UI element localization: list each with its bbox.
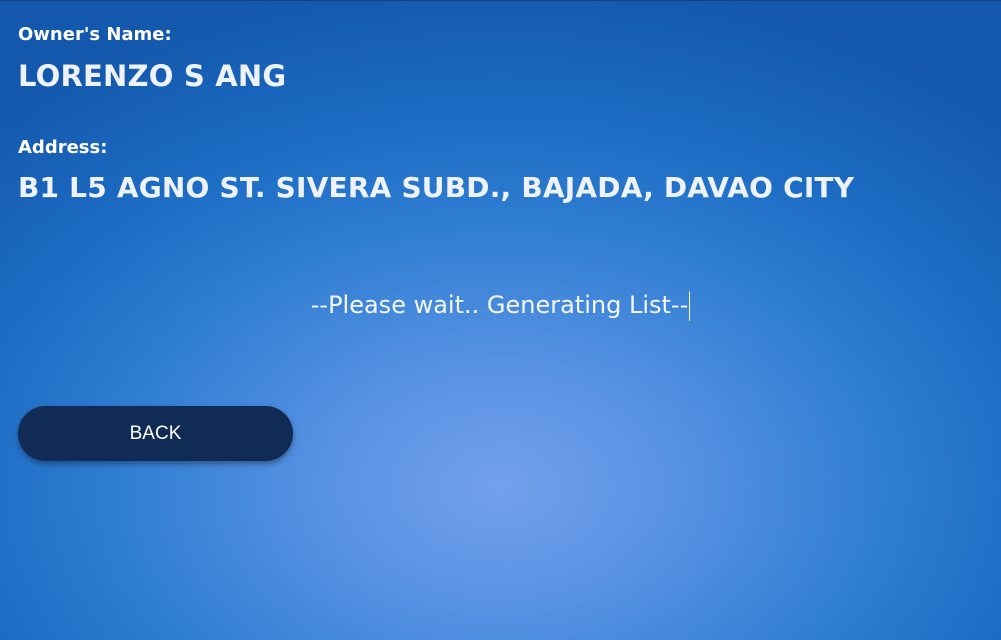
text-cursor bbox=[689, 291, 691, 321]
address-label: Address: bbox=[18, 137, 108, 158]
owner-name-value: LORENZO S ANG bbox=[18, 59, 287, 93]
address-value: B1 L5 AGNO ST. SIVERA SUBD., BAJADA, DAV… bbox=[18, 171, 855, 204]
status-message: --Please wait.. Generating List-- bbox=[310, 291, 689, 319]
owner-name-label: Owner's Name: bbox=[18, 24, 172, 45]
back-button[interactable]: BACK bbox=[18, 406, 293, 461]
status-area: --Please wait.. Generating List-- bbox=[0, 291, 1001, 321]
